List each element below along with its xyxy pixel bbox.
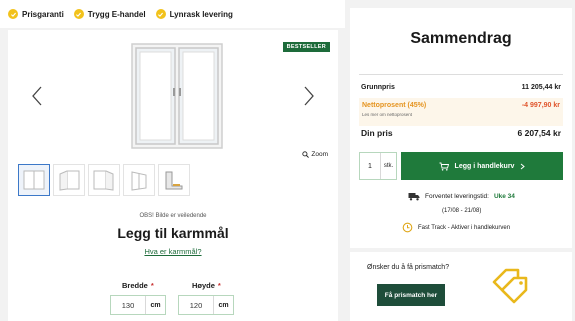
- fast-track-info: Fast Track - Aktiver i handlekurven: [402, 222, 510, 233]
- your-price-label: Din pris: [361, 128, 393, 138]
- add-to-cart-button[interactable]: Legg i handlekurv: [401, 152, 563, 180]
- trust-label: Trygg E-handel: [87, 9, 146, 19]
- base-price-label: Grunnpris: [361, 84, 395, 91]
- width-input[interactable]: 130: [111, 296, 145, 314]
- trust-label: Prisgaranti: [22, 9, 64, 19]
- summary-title: Sammendrag: [410, 30, 512, 47]
- trust-item-lynrask-levering: Lynrask levering: [155, 9, 233, 19]
- your-price-row: Din pris 6 207,54 kr: [361, 128, 561, 138]
- zoom-control[interactable]: Zoom: [302, 151, 328, 158]
- trust-bar: Prisgaranti Trygg E-handel Lynrask lever…: [0, 0, 345, 28]
- product-panel: BESTSELLER Zoom OBS! Bilde er veiledende…: [8, 30, 338, 321]
- discount-value: -4 997,90 kr: [521, 102, 560, 109]
- base-price-value: 11 205,44 kr: [521, 84, 561, 91]
- thumbnail-open-right[interactable]: [88, 164, 120, 196]
- add-to-cart-label: Legg i handlekurv: [454, 162, 515, 170]
- price-match-button[interactable]: Få prismatch her: [377, 284, 445, 306]
- cart-icon: [439, 162, 449, 171]
- fast-track-clock-icon: [402, 222, 413, 233]
- price-match-panel: Ønsker du å få prismatch? Få prismatch h…: [350, 252, 572, 321]
- check-icon: [155, 9, 166, 19]
- magnifier-icon: [302, 151, 310, 158]
- image-note: OBS! Bilde er veiledende: [139, 213, 207, 219]
- delivery-week: Uke 34: [493, 193, 515, 200]
- width-field[interactable]: 130 cm: [110, 295, 166, 315]
- trust-item-prisgaranti: Prisgaranti: [8, 9, 64, 19]
- page-title: Legg til karmmål: [117, 225, 229, 241]
- thumbnail-strip: [18, 164, 190, 196]
- height-input[interactable]: 120: [179, 296, 213, 314]
- height-field[interactable]: 120 cm: [178, 295, 234, 315]
- thumbnail-front[interactable]: [18, 164, 50, 196]
- bestseller-badge: BESTSELLER: [282, 42, 330, 52]
- height-unit: cm: [213, 296, 233, 314]
- trust-label: Lynrask levering: [169, 9, 233, 19]
- width-unit: cm: [145, 296, 165, 314]
- product-page: Prisgaranti Trygg E-handel Lynrask lever…: [0, 0, 575, 321]
- karmmal-help-link[interactable]: Hva er karmmål?: [8, 247, 338, 256]
- divider: [359, 74, 563, 75]
- discount-row: Nettoprosent (45%) -4 997,90 kr Les mer …: [359, 98, 563, 126]
- your-price-value: 6 207,54 kr: [517, 128, 561, 138]
- delivery-info: Forventet leveringstid: Uke 34: [408, 192, 515, 201]
- check-icon: [8, 9, 18, 19]
- delivery-label: Forventet leveringstid:: [425, 193, 489, 200]
- fast-track-label: Fast Track - Aktiver i handlekurven: [418, 224, 511, 231]
- base-price-row: Grunnpris 11 205,44 kr: [361, 84, 561, 91]
- thumbnail-profile[interactable]: [158, 164, 190, 196]
- price-tag-icon: [492, 268, 528, 304]
- height-label: Høyde *: [192, 281, 221, 290]
- discount-info-link[interactable]: Les mer om nettoprosent: [362, 112, 412, 117]
- discount-label: Nettoprosent (45%): [362, 102, 427, 109]
- window-product-image: [131, 43, 223, 149]
- price-match-question: Ønsker du å få prismatch?: [367, 264, 450, 271]
- thumbnail-angle[interactable]: [123, 164, 155, 196]
- trust-item-trygg-ehandel: Trygg E-handel: [73, 9, 146, 19]
- width-label: Bredde *: [122, 281, 154, 290]
- delivery-dates: (17/08 - 21/08): [442, 208, 482, 214]
- quantity-input[interactable]: 1: [360, 153, 380, 179]
- summary-panel: Sammendrag Grunnpris 11 205,44 kr Nettop…: [350, 8, 572, 248]
- next-image-arrow-icon[interactable]: [302, 86, 316, 106]
- check-icon: [73, 9, 84, 19]
- quantity-stepper[interactable]: 1 stk.: [359, 152, 397, 180]
- truck-icon: [408, 193, 420, 201]
- prev-image-arrow-icon[interactable]: [30, 86, 44, 106]
- thumbnail-open-left[interactable]: [53, 164, 85, 196]
- chevron-right-icon: [521, 163, 526, 169]
- quantity-unit: stk.: [380, 153, 396, 179]
- zoom-label: Zoom: [311, 151, 328, 158]
